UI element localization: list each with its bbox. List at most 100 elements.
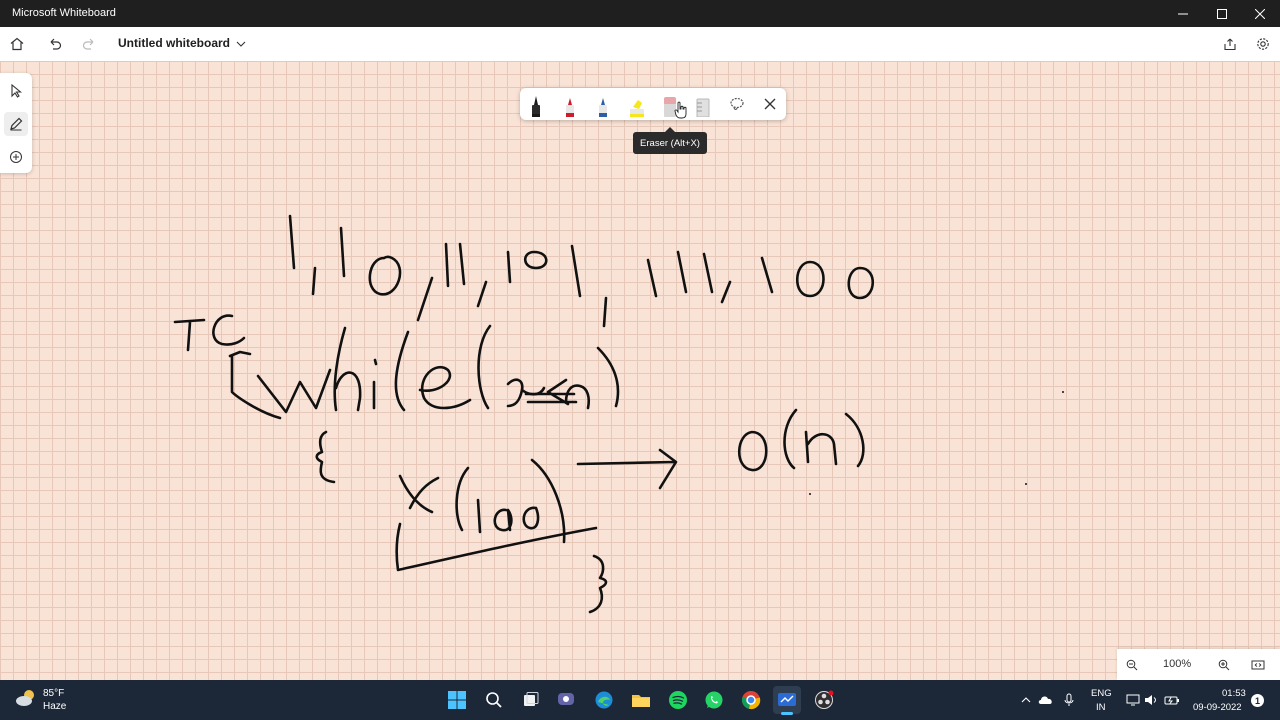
chevron-up-icon	[1021, 697, 1031, 703]
hand-cursor-icon	[674, 101, 687, 119]
ink-dot	[1062, 391, 1064, 393]
ruler-button[interactable]	[690, 91, 716, 117]
highlighter-icon	[630, 100, 644, 117]
ink-letter-i	[372, 358, 378, 410]
ink-arrow-right	[576, 448, 678, 490]
ink-arrow-tc	[228, 350, 282, 420]
obs-button[interactable]	[810, 686, 838, 714]
clock-time[interactable]: 01:53	[1222, 688, 1246, 699]
zoom-out-icon	[1126, 659, 1138, 671]
red-pen-button[interactable]	[557, 91, 583, 117]
left-tool-rail	[0, 73, 32, 173]
whatsapp-button[interactable]	[700, 686, 728, 714]
ink-letter-l	[476, 498, 482, 534]
ink-letter-C	[212, 314, 246, 346]
haze-weather-icon	[16, 690, 34, 706]
whiteboard-icon	[778, 693, 796, 706]
inking-tool-button[interactable]	[4, 112, 28, 136]
fit-to-screen-button[interactable]	[1248, 655, 1268, 675]
region-indicator[interactable]: IN	[1096, 702, 1106, 713]
chrome-icon	[741, 691, 761, 710]
ink-letter-g	[522, 506, 540, 530]
ink-underline	[395, 522, 598, 572]
obs-icon	[815, 690, 834, 709]
ink-comma	[416, 276, 434, 322]
ink-close-paren	[530, 458, 566, 544]
chrome-button[interactable]	[737, 686, 765, 714]
pointer-icon	[11, 84, 22, 98]
ink-digit-1	[676, 250, 688, 294]
ruler-icon	[696, 98, 710, 117]
weather-widget[interactable]	[14, 687, 38, 714]
clock-date[interactable]: 09-09-2022	[1193, 702, 1242, 713]
onedrive-button[interactable]	[1038, 692, 1054, 708]
ink-letter-l	[394, 330, 410, 412]
ink-digit-1	[646, 258, 658, 298]
microphone-icon	[1064, 693, 1074, 706]
ink-letter-o	[493, 508, 513, 532]
ink-comma	[602, 296, 608, 328]
microphone-button[interactable]	[1061, 692, 1077, 708]
folder-icon	[632, 695, 650, 707]
teams-chat-icon	[558, 693, 574, 705]
ink-letter-n	[564, 384, 591, 410]
ink-comma	[311, 266, 317, 296]
close-ink-toolbar-button[interactable]	[757, 91, 783, 117]
highlighter-button[interactable]	[624, 91, 650, 117]
ink-comma	[720, 280, 732, 304]
teams-chat-button[interactable]	[553, 686, 581, 714]
ink-digit-1	[570, 244, 582, 298]
edge-icon	[595, 691, 613, 709]
battery-button[interactable]	[1164, 692, 1180, 708]
zoom-in-icon	[1218, 659, 1230, 671]
start-button[interactable]	[443, 686, 471, 714]
ink-close-paren	[844, 412, 865, 468]
zoom-level[interactable]: 100%	[1163, 658, 1191, 670]
ink-close-paren	[596, 346, 620, 408]
zoom-in-button[interactable]	[1214, 655, 1234, 675]
network-button[interactable]	[1125, 692, 1141, 708]
ink-letter-T	[173, 318, 206, 352]
black-pen-button[interactable]	[523, 91, 549, 117]
black-pen-icon	[532, 96, 540, 117]
language-indicator[interactable]: ENG	[1091, 688, 1112, 699]
notification-badge[interactable]: 1	[1251, 694, 1264, 707]
red-pen-icon	[566, 98, 574, 117]
search-icon	[486, 692, 502, 708]
blue-pen-button[interactable]	[590, 91, 616, 117]
windows-start-icon	[448, 691, 466, 709]
add-content-button[interactable]	[4, 145, 28, 169]
fit-screen-icon	[1251, 660, 1265, 670]
edge-button[interactable]	[590, 686, 618, 714]
whiteboard-taskbar-button[interactable]	[773, 686, 801, 714]
ink-letter-O	[738, 430, 768, 472]
spotify-button[interactable]	[664, 686, 692, 714]
weather-temperature: 85°F	[43, 688, 65, 699]
blue-pen-icon	[599, 98, 607, 117]
ink-letter-x	[398, 474, 440, 514]
volume-button[interactable]	[1143, 692, 1159, 708]
ink-digit-0	[523, 250, 548, 270]
show-hidden-icons-button[interactable]	[1018, 692, 1034, 708]
ink-digit-1	[444, 242, 450, 288]
zoom-out-button[interactable]	[1122, 655, 1142, 675]
ink-close-brace	[588, 554, 608, 614]
ink-open-paren	[477, 324, 492, 410]
active-app-indicator	[781, 712, 793, 715]
battery-charging-icon	[1164, 696, 1179, 705]
ink-digit-0	[796, 260, 825, 298]
task-view-button[interactable]	[517, 686, 545, 714]
ink-comma	[476, 280, 488, 308]
ink-letter-h	[333, 326, 362, 412]
speaker-icon	[1145, 695, 1156, 705]
taskbar-search-button[interactable]	[480, 686, 508, 714]
ink-digit-1	[339, 226, 346, 278]
file-explorer-button[interactable]	[627, 686, 655, 714]
select-tool-button[interactable]	[4, 79, 28, 103]
eraser-tooltip: Eraser (Alt+X)	[633, 132, 707, 154]
ink-toolbar	[520, 88, 786, 120]
ink-letter-e	[418, 365, 472, 410]
lasso-button[interactable]	[724, 91, 750, 117]
ink-digit-0	[368, 255, 402, 296]
spotify-icon	[669, 691, 687, 709]
